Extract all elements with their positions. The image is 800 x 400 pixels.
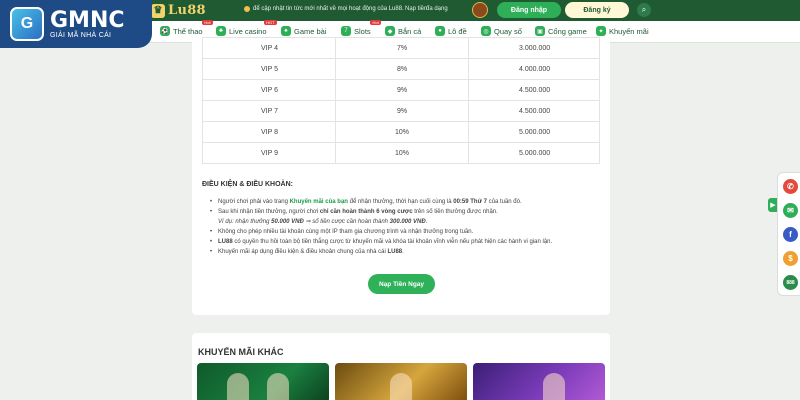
- vip-percent-cell: 8%: [335, 58, 469, 80]
- promo-figure: [267, 373, 289, 400]
- lu88-badge-icon[interactable]: 888: [783, 275, 798, 290]
- marquee-text: để cập nhật tin tức mới nhất về mọi hoạt…: [253, 6, 404, 12]
- terms-item: LU88 có quyền thu hồi toàn bộ tiền thắng…: [210, 237, 600, 247]
- nav-item-promotions[interactable]: ✦ Khuyến mãi: [596, 26, 649, 36]
- promo-thumbnail[interactable]: [197, 363, 329, 400]
- vip-amount-cell: 5.000.000: [468, 142, 600, 164]
- my-promotions-link[interactable]: Khuyến mãi của bạn: [290, 199, 348, 205]
- vip-amount-cell: 4.500.000: [468, 79, 600, 101]
- vip-percent-cell: 9%: [335, 100, 469, 122]
- promo-thumbnail[interactable]: [335, 363, 467, 400]
- terms-heading: ĐIỀU KIỆN & ĐIỀU KHOẢN:: [202, 181, 294, 188]
- crown-icon: ♛: [151, 3, 165, 18]
- vip-reward-table: VIP 4 7% 3.000.000 VIP 5 8% 4.000.000 VI…: [202, 37, 600, 164]
- hot-badge: HOT: [264, 20, 277, 25]
- terms-item: Người chơi phải vào trang Khuyến mãi của…: [210, 197, 600, 207]
- gmnc-logo-subtext: GIẢI MÃ NHÀ CÁI: [50, 31, 112, 39]
- card-game-icon: ♠: [281, 26, 291, 36]
- deposit-now-button[interactable]: Nạp Tiền Ngay: [368, 274, 435, 294]
- gmnc-cube-icon: G: [10, 7, 44, 41]
- news-marquee: để cập nhật tin tức mới nhất về mọi hoạt…: [244, 6, 404, 12]
- terms-item: Khuyến mãi áp dụng điều kiện & điều khoả…: [210, 247, 600, 257]
- lu88-logo-text: Lu88: [168, 3, 206, 18]
- nav-label: Khuyến mãi: [609, 26, 649, 36]
- table-row: VIP 8 10% 5.000.000: [202, 121, 600, 143]
- deposit-suffix: đa dạng: [426, 6, 448, 12]
- reward-chest-icon[interactable]: [472, 2, 488, 18]
- nav-label: Lô đề: [448, 26, 467, 36]
- login-button[interactable]: Đăng nhập: [497, 2, 561, 18]
- vip-level-cell: VIP 6: [202, 79, 336, 101]
- gamepad-icon: ▣: [535, 26, 545, 36]
- table-row: VIP 9 10% 5.000.000: [202, 142, 600, 164]
- nav-label: Thể thao: [173, 26, 203, 36]
- nav-label: Quay số: [494, 26, 522, 36]
- nav-item-card-games[interactable]: ♠ Game bài: [281, 26, 327, 36]
- lottery-icon: ●: [435, 26, 445, 36]
- terms-item: Không cho phép nhiều tài khoản cùng một …: [210, 227, 600, 237]
- promo-figure: [543, 373, 565, 400]
- table-row: VIP 6 9% 4.500.000: [202, 79, 600, 101]
- gmnc-overlay-logo: G GMNC GIẢI MÃ NHÀ CÁI: [0, 0, 152, 48]
- nav-label: Bắn cá: [398, 26, 422, 36]
- vip-level-cell: VIP 5: [202, 58, 336, 80]
- nav-item-number-draw[interactable]: ◎ Quay số: [481, 26, 522, 36]
- search-icon: ⌕: [641, 5, 647, 14]
- vip-level-cell: VIP 8: [202, 121, 336, 143]
- nav-item-game-portal[interactable]: ▣ Cổng game: [535, 26, 587, 36]
- hot-badge: Hot: [370, 20, 381, 25]
- lu88-logo[interactable]: ♛ Lu88: [151, 2, 206, 19]
- promo-figure: [227, 373, 249, 400]
- nav-label: Live casino: [229, 26, 267, 36]
- speaker-icon: [244, 6, 250, 12]
- slots-icon: 7: [341, 26, 351, 36]
- vip-level-cell: VIP 7: [202, 100, 336, 122]
- nav-item-slots[interactable]: 7 Slots Hot: [341, 20, 381, 36]
- vip-amount-cell: 4.000.000: [468, 58, 600, 80]
- register-button[interactable]: Đăng ký: [565, 2, 629, 18]
- soccer-icon: ⚽: [160, 26, 170, 36]
- cards-icon: ♣: [216, 26, 226, 36]
- nav-label: Game bài: [294, 26, 327, 36]
- nav-item-sports[interactable]: ⚽ Thể thao Hot: [160, 20, 213, 36]
- nav-item-lottery[interactable]: ● Lô đề: [435, 26, 467, 36]
- vip-percent-cell: 9%: [335, 79, 469, 101]
- fish-icon: ◆: [385, 26, 395, 36]
- deposit-text: Nạp tiền: [405, 6, 428, 12]
- nav-label: Cổng game: [548, 26, 587, 36]
- promo-thumbnail[interactable]: [473, 363, 605, 400]
- facebook-icon[interactable]: f: [783, 227, 798, 242]
- phone-icon[interactable]: ✆: [783, 179, 798, 194]
- coin-icon[interactable]: $: [783, 251, 798, 266]
- nav-item-fishing[interactable]: ◆ Bắn cá: [385, 26, 421, 36]
- promo-figure: [390, 373, 412, 400]
- vip-level-cell: VIP 4: [202, 37, 336, 59]
- search-button[interactable]: ⌕: [637, 3, 651, 17]
- terms-example: Ví dụ: nhận thưởng 50.000 VNĐ ⇒ số tiền …: [218, 219, 428, 225]
- gift-icon: ✦: [596, 26, 606, 36]
- terms-list: Người chơi phải vào trang Khuyến mãi của…: [210, 197, 600, 257]
- vip-amount-cell: 3.000.000: [468, 37, 600, 59]
- gmnc-logo-text: GMNC: [50, 7, 125, 33]
- vip-amount-cell: 5.000.000: [468, 121, 600, 143]
- terms-item: Sau khi nhận tiền thưởng, người chơi chỉ…: [210, 207, 600, 217]
- nav-item-live-casino[interactable]: ♣ Live casino HOT: [216, 20, 277, 36]
- other-promos-title: KHUYẾN MÃI KHÁC: [198, 347, 284, 357]
- nav-label: Slots: [354, 26, 371, 36]
- table-row: VIP 4 7% 3.000.000: [202, 37, 600, 59]
- table-row: VIP 5 8% 4.000.000: [202, 58, 600, 80]
- vip-percent-cell: 10%: [335, 142, 469, 164]
- table-row: VIP 7 9% 4.500.000: [202, 100, 600, 122]
- hot-badge: Hot: [202, 20, 213, 25]
- vip-percent-cell: 7%: [335, 37, 469, 59]
- vip-percent-cell: 10%: [335, 121, 469, 143]
- wheel-icon: ◎: [481, 26, 491, 36]
- chat-icon[interactable]: ✉: [783, 203, 798, 218]
- vip-amount-cell: 4.500.000: [468, 100, 600, 122]
- vip-level-cell: VIP 9: [202, 142, 336, 164]
